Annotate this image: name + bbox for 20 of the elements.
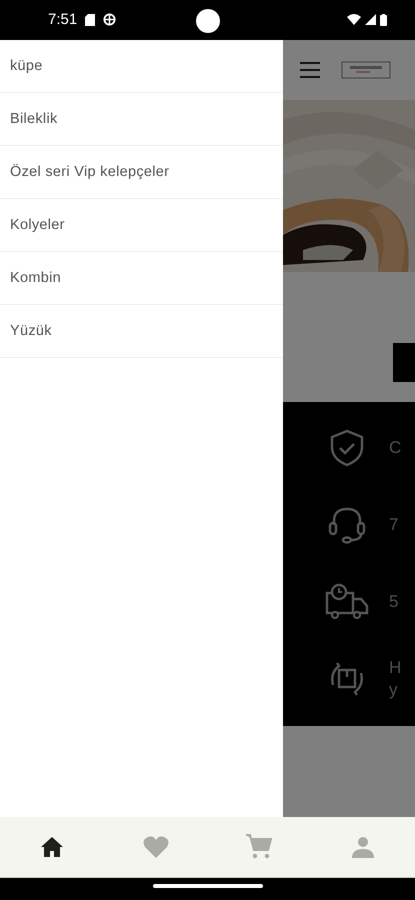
feature-text: C (389, 437, 402, 460)
cart-icon (246, 834, 272, 860)
globe-icon (103, 13, 116, 26)
feature-text: H (389, 657, 402, 680)
home-icon (40, 836, 64, 858)
home-indicator[interactable] (152, 884, 262, 888)
person-icon (352, 836, 374, 858)
feature-text: y (389, 679, 398, 702)
button-background (393, 342, 415, 382)
camera-cutout-icon (196, 9, 220, 33)
feature-text: 5 (389, 591, 398, 614)
status-time: 7:51 (48, 11, 78, 28)
signal-icon (365, 14, 376, 26)
feature-text: 7 (389, 514, 398, 536)
menu-icon[interactable] (300, 62, 320, 78)
heart-icon (142, 835, 169, 860)
sd-card-icon (85, 14, 96, 26)
delivery-truck-icon (325, 583, 369, 622)
wifi-icon (347, 14, 361, 26)
battery-icon (380, 14, 387, 26)
